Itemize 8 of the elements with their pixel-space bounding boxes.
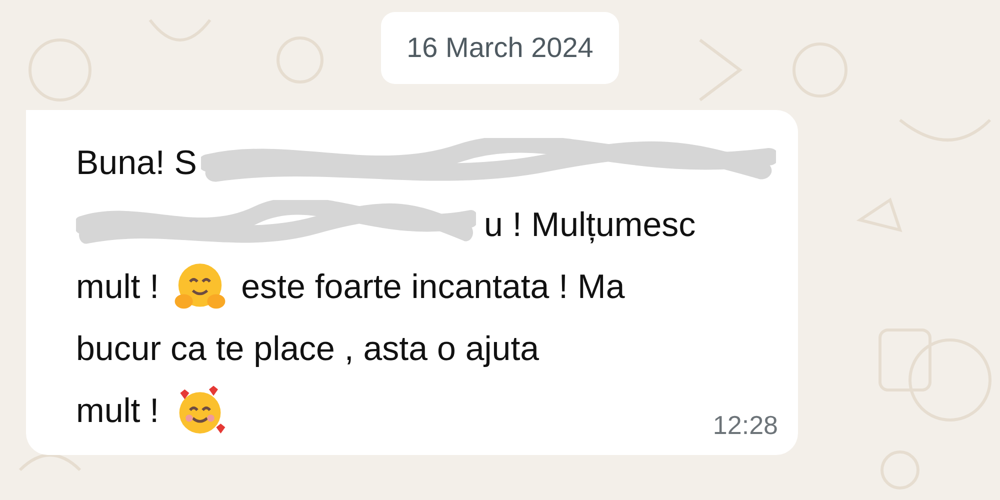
date-chip: 16 March 2024 bbox=[380, 12, 620, 84]
message-text: u ! Mulțumesc bbox=[484, 206, 696, 244]
message-time: 12:28 bbox=[712, 410, 778, 441]
message-text: bucur ca te place , asta o ajuta bbox=[76, 330, 540, 368]
message-text: este foarte incantata ! Ma bbox=[241, 268, 625, 306]
message-text: Buna! S bbox=[76, 144, 197, 182]
message-text: mult ! bbox=[76, 268, 160, 306]
message-text: mult ! bbox=[76, 392, 160, 430]
